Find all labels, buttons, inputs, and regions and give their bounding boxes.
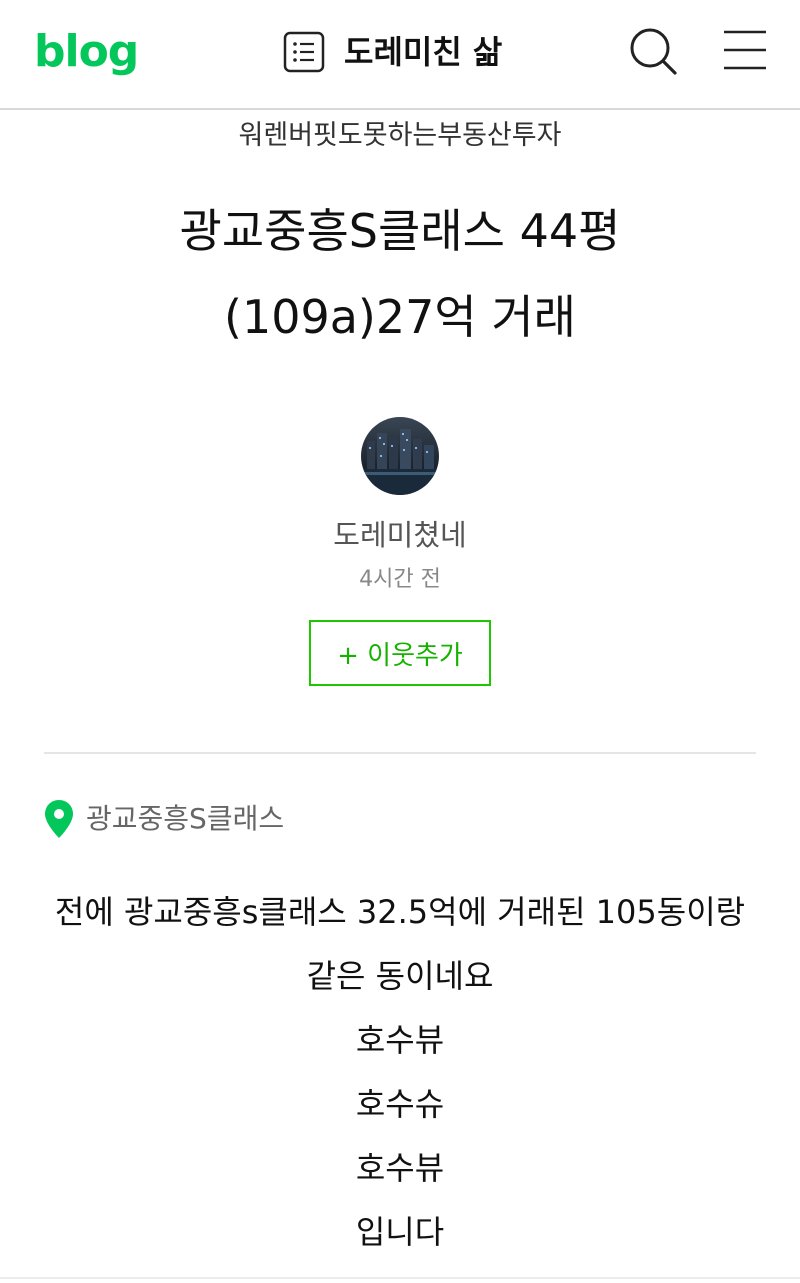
- body-paragraph: 호수뷰: [355, 1149, 445, 1187]
- body-paragraph: 같은 동이네요: [306, 957, 494, 995]
- blog-logo[interactable]: blog: [34, 22, 139, 82]
- divider: [44, 752, 756, 754]
- blog-title-area[interactable]: 도레미친 삶: [282, 28, 502, 76]
- search-icon[interactable]: [628, 26, 678, 76]
- post-title-line1: 광교중흥S클래스 44평: [179, 204, 621, 258]
- post-title: 광교중흥S클래스 44평 (109a)27억 거래: [60, 188, 740, 360]
- post-body: 전에 광교중흥s클래스 32.5억에 거래된 105동이랑 같은 동이네요 호수…: [40, 880, 760, 1264]
- body-paragraph: 호수슈: [355, 1085, 445, 1123]
- list-icon[interactable]: [282, 30, 326, 74]
- place-label: 광교중흥S클래스: [86, 802, 285, 835]
- post-category[interactable]: 워렌버핏도못하는부동산투자: [0, 114, 800, 158]
- menu-icon[interactable]: [722, 28, 768, 72]
- avatar[interactable]: [361, 417, 439, 495]
- blog-name[interactable]: 도레미친 삶: [344, 28, 502, 76]
- author-name[interactable]: 도레미쳤네: [0, 512, 800, 558]
- add-neighbor-button[interactable]: + 이웃추가: [309, 620, 491, 686]
- post-title-line2: (109a)27억 거래: [224, 290, 576, 344]
- body-paragraph: 전에 광교중흥s클래스 32.5억에 거래된 105동이랑: [54, 893, 746, 931]
- bottom-edge: [0, 1277, 800, 1279]
- top-bar: blog 도레미친 삶: [0, 0, 800, 110]
- place-tag[interactable]: 광교중흥S클래스: [44, 796, 284, 842]
- post-time: 4시간 전: [359, 567, 441, 592]
- body-paragraph: 호수뷰: [355, 1021, 445, 1059]
- location-pin-icon: [44, 799, 74, 839]
- body-paragraph: 입니다: [355, 1213, 445, 1251]
